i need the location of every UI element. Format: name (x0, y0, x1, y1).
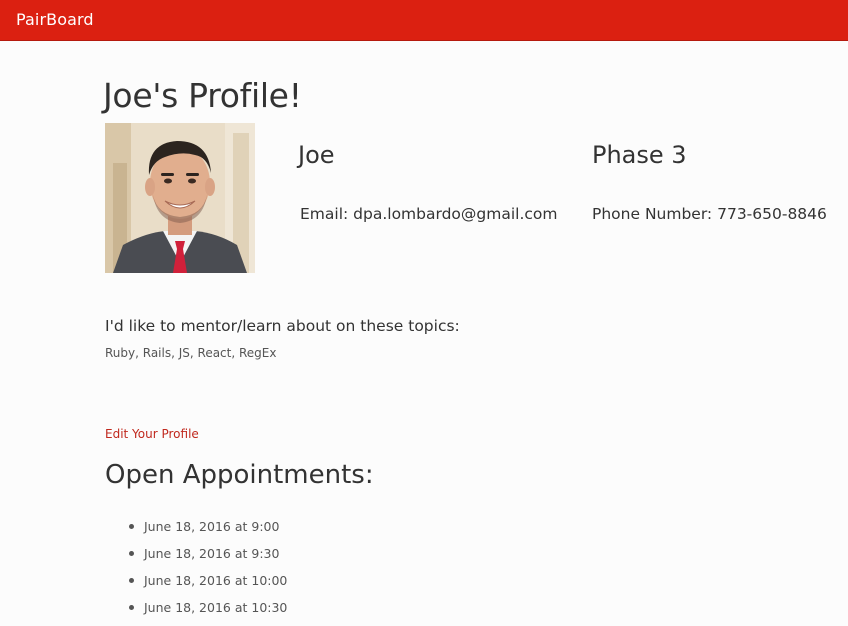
bullet-icon (129, 524, 134, 529)
topics-heading: I'd like to mentor/learn about on these … (105, 317, 460, 335)
appointment-item: June 18, 2016 at 9:00 (105, 513, 287, 540)
appointments-heading: Open Appointments: (105, 460, 374, 490)
phone-value: 773-650-8846 (717, 205, 827, 223)
profile-phase: Phase 3 (592, 141, 687, 169)
bullet-icon (129, 578, 134, 583)
appointment-item: June 18, 2016 at 10:00 (105, 567, 287, 594)
appointment-item: June 18, 2016 at 9:30 (105, 540, 287, 567)
bullet-icon (129, 551, 134, 556)
appointment-text: June 18, 2016 at 10:00 (144, 573, 288, 588)
email-value: dpa.lombardo@gmail.com (353, 205, 558, 223)
appointment-text: June 18, 2016 at 10:30 (144, 600, 288, 615)
profile-name: Joe (298, 141, 335, 169)
appointment-text: June 18, 2016 at 9:00 (144, 519, 280, 534)
phone-label: Phone Number: (592, 205, 718, 223)
email-line: Email: dpa.lombardo@gmail.com (300, 205, 558, 223)
appointments-list: June 18, 2016 at 9:00 June 18, 2016 at 9… (105, 513, 287, 621)
appointment-item: June 18, 2016 at 10:30 (105, 594, 287, 621)
appointment-text: June 18, 2016 at 9:30 (144, 546, 280, 561)
navbar: PairBoard (0, 0, 848, 41)
bullet-icon (129, 605, 134, 610)
profile-photo (105, 123, 255, 273)
page-title: Joe's Profile! (103, 76, 302, 115)
profile-photo-image (105, 123, 255, 273)
edit-profile-link[interactable]: Edit Your Profile (105, 427, 199, 441)
phone-line: Phone Number: 773-650-8846 (592, 205, 827, 223)
email-label: Email: (300, 205, 354, 223)
topics-list: Ruby, Rails, JS, React, RegEx (105, 346, 277, 360)
brand-link[interactable]: PairBoard (16, 10, 94, 29)
